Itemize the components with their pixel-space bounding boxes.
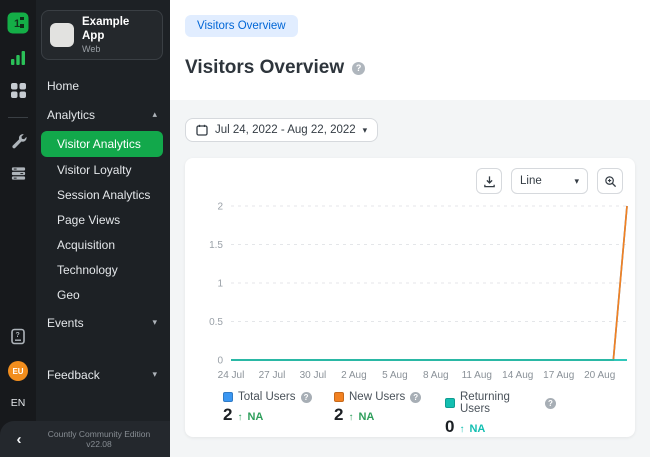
svg-text:11 Aug: 11 Aug xyxy=(462,370,492,381)
sidebar-item-technology[interactable]: Technology xyxy=(41,258,163,282)
legend-help-icon[interactable]: ? xyxy=(545,398,556,409)
legend-help-icon[interactable]: ? xyxy=(301,392,312,403)
svg-text:1: 1 xyxy=(14,18,20,30)
user-avatar[interactable]: EU xyxy=(8,361,28,381)
language-selector[interactable]: EN xyxy=(11,397,26,409)
date-range-picker[interactable]: Jul 24, 2022 - Aug 22, 2022 ▾ xyxy=(185,118,378,142)
svg-text:30 Jul: 30 Jul xyxy=(300,370,327,381)
management-wrench-icon[interactable] xyxy=(10,132,27,149)
svg-text:24 Jul: 24 Jul xyxy=(218,370,245,381)
calendar-icon xyxy=(196,124,208,136)
trend-up-arrow-icon: ↑ xyxy=(348,412,353,423)
app-name: Example App xyxy=(82,16,154,44)
chart-type-value: Line xyxy=(520,175,542,187)
chart-toolbar: Line ▾ xyxy=(197,168,623,194)
trend-up-arrow-icon: ↑ xyxy=(237,412,242,423)
total-users-swatch xyxy=(223,392,233,402)
legend-item-total-users: Total Users ? 2 ↑ NA xyxy=(223,391,334,437)
svg-text:1.5: 1.5 xyxy=(209,240,223,251)
legend-label: New Users xyxy=(349,391,405,403)
visitors-chart-card: Line ▾ 0 0.5 1 1.5 2 24 Jul 27 Jul 30 Jul 2 Aug 5… xyxy=(185,158,635,437)
sidebar-section-feedback[interactable]: Feedback ▾ xyxy=(41,360,163,390)
sidebar-item-acquisition[interactable]: Acquisition xyxy=(41,233,163,257)
chevron-down-icon: ▾ xyxy=(574,176,579,187)
svg-text:0.5: 0.5 xyxy=(209,317,223,328)
trend-up-arrow-icon: ↑ xyxy=(459,424,464,435)
svg-text:14 Aug: 14 Aug xyxy=(502,370,533,381)
sidebar: 1 ? EU EN Example App Web Home xyxy=(0,0,170,457)
trend-label: NA xyxy=(247,411,263,423)
chevron-down-icon: ▾ xyxy=(363,125,368,136)
visitors-chart: 0 0.5 1 1.5 2 24 Jul 27 Jul 30 Jul 2 Aug 5 Aug 8 A… xyxy=(197,196,633,386)
legend-label: Returning Users xyxy=(460,391,540,415)
svg-text:?: ? xyxy=(16,332,20,339)
main-area: Visitors Overview Visitors Overview ? Ju… xyxy=(170,0,650,457)
section-label: Analytics xyxy=(47,108,95,122)
download-button[interactable] xyxy=(476,168,502,194)
data-manager-icon[interactable] xyxy=(10,165,27,182)
section-label: Events xyxy=(47,316,84,330)
svg-text:1: 1 xyxy=(217,279,223,290)
chevron-down-icon: ▾ xyxy=(152,369,157,380)
legend-label: Total Users xyxy=(238,391,296,403)
app-type: Web xyxy=(82,44,154,54)
chart-area[interactable]: 0 0.5 1 1.5 2 24 Jul 27 Jul 30 Jul 2 Aug 5 Aug 8 A… xyxy=(197,196,623,391)
chart-type-select[interactable]: Line ▾ xyxy=(511,168,588,194)
breadcrumb-pill[interactable]: Visitors Overview xyxy=(185,15,298,37)
chevron-up-icon: ▴ xyxy=(152,109,157,120)
trend-label: NA xyxy=(358,411,374,423)
analytics-bar-chart-icon[interactable] xyxy=(9,50,27,66)
legend-help-icon[interactable]: ? xyxy=(410,392,421,403)
sidebar-section-events[interactable]: Events ▾ xyxy=(41,308,163,338)
sidebar-menu: Example App Web Home Analytics ▴ Visitor… xyxy=(36,0,170,457)
collapse-sidebar-button[interactable]: ‹ xyxy=(0,431,38,448)
sidebar-item-visitor-analytics[interactable]: Visitor Analytics xyxy=(41,131,163,157)
sidebar-item-geo[interactable]: Geo xyxy=(41,283,163,307)
sidebar-item-visitor-loyalty[interactable]: Visitor Loyalty xyxy=(41,158,163,182)
svg-text:0: 0 xyxy=(217,356,223,367)
svg-text:8 Aug: 8 Aug xyxy=(423,370,449,381)
sidebar-section-analytics[interactable]: Analytics ▴ xyxy=(41,100,163,130)
sidebar-footer: ‹ Countly Community Edition v22.08 xyxy=(0,421,170,457)
svg-text:20 Aug: 20 Aug xyxy=(584,370,615,381)
apps-grid-icon[interactable] xyxy=(10,82,27,99)
sidebar-item-page-views[interactable]: Page Views xyxy=(41,208,163,232)
legend-item-returning-users: Returning Users ? 0 ↑ NA xyxy=(445,391,556,437)
download-icon xyxy=(483,175,496,188)
countly-logo-icon[interactable]: 1 xyxy=(7,12,29,34)
content-area: Jul 24, 2022 - Aug 22, 2022 ▾ Line ▾ 0 0.… xyxy=(170,100,650,457)
sidebar-item-home[interactable]: Home xyxy=(41,72,163,100)
returning-users-swatch xyxy=(445,398,455,408)
svg-text:5 Aug: 5 Aug xyxy=(382,370,408,381)
date-range-label: Jul 24, 2022 - Aug 22, 2022 xyxy=(215,124,356,136)
svg-text:2 Aug: 2 Aug xyxy=(341,370,367,381)
zoom-button[interactable] xyxy=(597,168,623,194)
rail-divider xyxy=(8,117,28,118)
chevron-down-icon: ▾ xyxy=(152,317,157,328)
title-help-icon[interactable]: ? xyxy=(352,62,365,75)
sidebar-item-session-analytics[interactable]: Session Analytics xyxy=(41,183,163,207)
app-thumbnail xyxy=(50,23,74,47)
trend-label: NA xyxy=(469,423,485,435)
svg-text:2: 2 xyxy=(217,202,223,213)
page-title: Visitors Overview xyxy=(185,57,344,79)
chart-legend: Total Users ? 2 ↑ NA New Users ? xyxy=(197,391,623,437)
legend-item-new-users: New Users ? 2 ↑ NA xyxy=(334,391,445,437)
icon-rail: 1 ? EU EN xyxy=(0,0,36,457)
top-bar: Visitors Overview Visitors Overview ? xyxy=(170,0,650,100)
help-center-icon[interactable]: ? xyxy=(10,328,26,345)
app-selector[interactable]: Example App Web xyxy=(41,10,163,60)
new-users-swatch xyxy=(334,392,344,402)
magnifier-zoom-icon xyxy=(604,175,617,188)
legend-value: 2 xyxy=(223,405,232,425)
legend-value: 2 xyxy=(334,405,343,425)
svg-text:27 Jul: 27 Jul xyxy=(259,370,286,381)
section-label: Feedback xyxy=(47,368,100,382)
svg-text:17 Aug: 17 Aug xyxy=(543,370,574,381)
legend-value: 0 xyxy=(445,417,454,437)
version-label: Countly Community Edition v22.08 xyxy=(38,429,170,449)
